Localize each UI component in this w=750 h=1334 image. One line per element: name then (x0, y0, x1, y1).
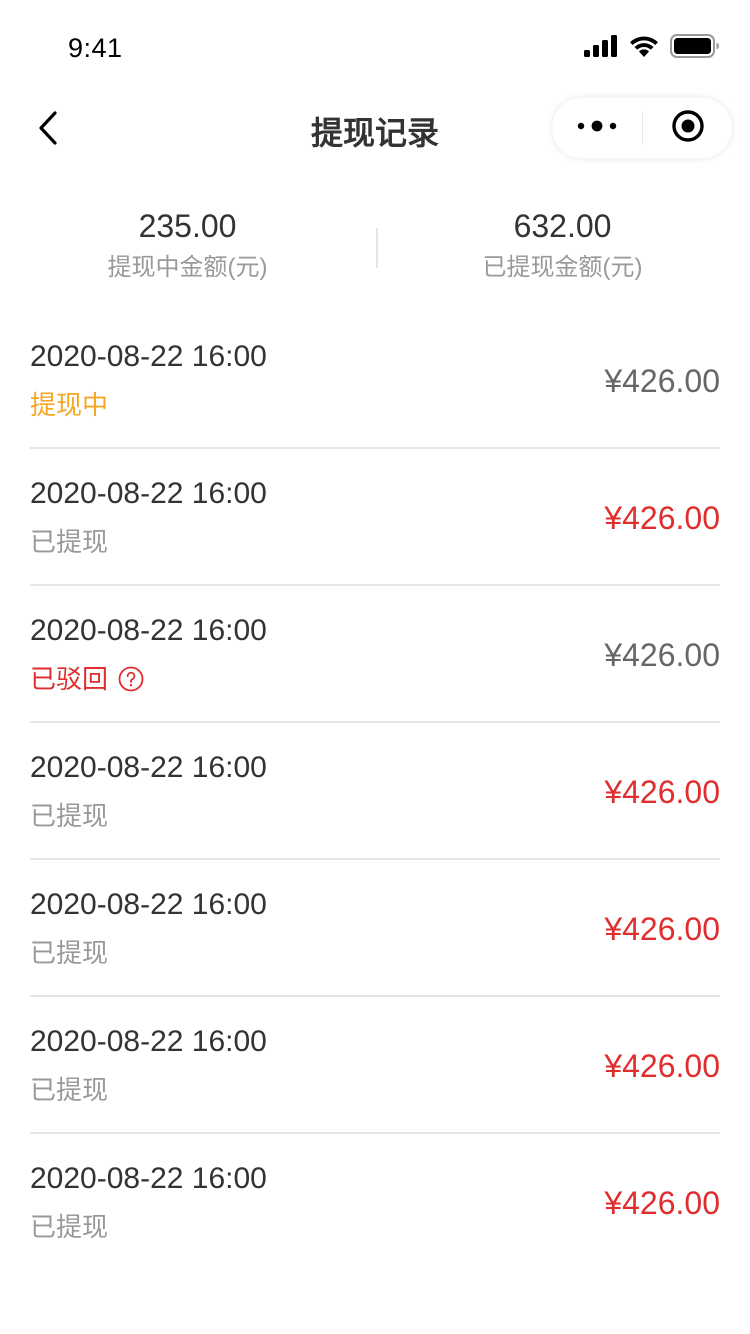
record-amount: ¥426.00 (604, 774, 720, 810)
record-status: 已提现 (30, 525, 108, 559)
miniprogram-capsule (552, 98, 732, 158)
record-row[interactable]: 2020-08-22 16:00 已提现 ¥426.00 (30, 1134, 720, 1271)
record-row[interactable]: 2020-08-22 16:00 提现中 ¥426.00 (30, 312, 720, 449)
record-datetime: 2020-08-22 16:00 (30, 1025, 267, 1058)
record-datetime: 2020-08-22 16:00 (30, 888, 267, 921)
record-row[interactable]: 2020-08-22 16:00 已提现 ¥426.00 (30, 723, 720, 860)
status-text: 已提现 (30, 801, 109, 831)
pending-label: 提现中金额(元) (107, 254, 268, 281)
summary-divider (376, 228, 378, 268)
status-icons (584, 33, 720, 59)
battery-icon (670, 34, 720, 58)
record-amount: ¥426.00 (604, 363, 720, 399)
record-datetime: 2020-08-22 16:00 (30, 614, 267, 647)
record-list: 2020-08-22 16:00 提现中 ¥426.00 2020-08-22 … (30, 312, 720, 1271)
record-row[interactable]: 2020-08-22 16:00 已提现 ¥426.00 (30, 997, 720, 1134)
record-datetime: 2020-08-22 16:00 (30, 340, 267, 373)
record-amount: ¥426.00 (604, 500, 720, 536)
withdrawal-summary: 235.00 提现中金额(元) 632.00 已提现金额(元) (0, 200, 750, 300)
record-datetime: 2020-08-22 16:00 (30, 1162, 267, 1195)
more-button[interactable] (552, 98, 642, 158)
record-amount: ¥426.00 (604, 637, 720, 673)
wifi-icon (628, 34, 660, 58)
record-status: 已提现 (30, 799, 108, 833)
status-time: 9:41 (68, 33, 123, 63)
record-amount: ¥426.00 (604, 1185, 720, 1221)
status-text: 已驳回 (30, 664, 109, 694)
status-text: 已提现 (30, 527, 109, 557)
record-amount: ¥426.00 (604, 1048, 720, 1084)
record-status: 已提现 (30, 1073, 108, 1107)
record-datetime: 2020-08-22 16:00 (30, 477, 267, 510)
status-text: 已提现 (30, 1075, 109, 1105)
record-row[interactable]: 2020-08-22 16:00 已提现 ¥426.00 (30, 449, 720, 586)
signal-icon (584, 35, 618, 57)
record-amount: ¥426.00 (604, 911, 720, 947)
status-bar: 9:41 (0, 0, 750, 88)
withdrawn-summary: 632.00 已提现金额(元) (375, 200, 750, 300)
status-text: 提现中 (30, 390, 109, 420)
record-status: 已提现 (30, 1210, 108, 1244)
record-row[interactable]: 2020-08-22 16:00 已提现 ¥426.00 (30, 860, 720, 997)
status-text: 已提现 (30, 938, 109, 968)
withdrawn-label: 已提现金额(元) (482, 254, 643, 281)
close-button[interactable] (643, 98, 732, 158)
record-status: 已驳回 (30, 662, 144, 696)
more-dots-icon (577, 119, 617, 137)
withdrawn-amount: 632.00 (513, 208, 612, 244)
record-status: 已提现 (30, 936, 108, 970)
record-status: 提现中 (30, 388, 108, 422)
status-text: 已提现 (30, 1212, 109, 1242)
nav-bar: 提现记录 (0, 88, 750, 170)
record-row[interactable]: 2020-08-22 16:00 已驳回 ¥426.00 (30, 586, 720, 723)
target-close-icon (671, 109, 705, 148)
withdrawal-records-page: 9:41 提现记录 235.00 提现中金额(元) 632.00 已提现金额(元… (0, 0, 750, 1334)
pending-amount: 235.00 (138, 208, 237, 244)
record-datetime: 2020-08-22 16:00 (30, 751, 267, 784)
pending-summary: 235.00 提现中金额(元) (0, 200, 375, 300)
question-circle-icon[interactable] (118, 666, 144, 692)
